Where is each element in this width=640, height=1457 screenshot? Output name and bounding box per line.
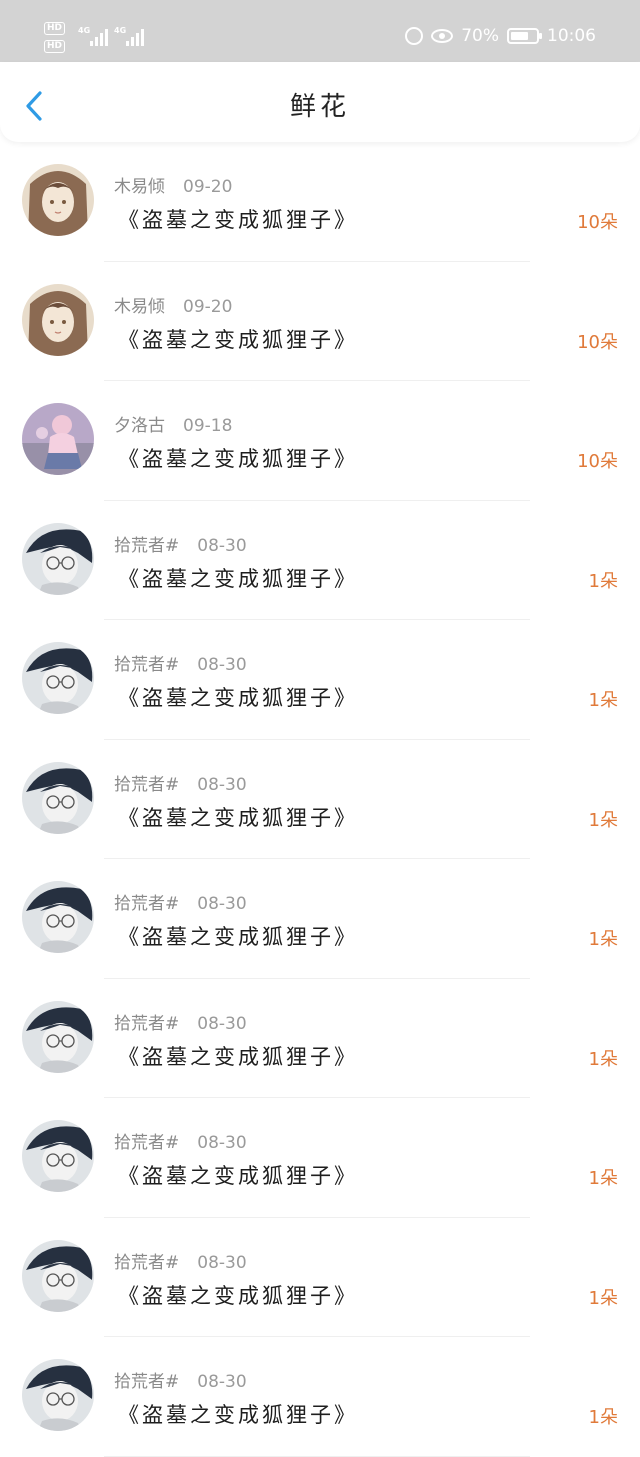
username: 拾荒者# [114, 655, 180, 675]
row-meta: 拾荒者# 08-30 [114, 1128, 247, 1153]
battery-level [511, 32, 528, 40]
divider [104, 1455, 530, 1457]
avatar[interactable] [22, 283, 94, 356]
network-type-label: 4G [114, 26, 127, 35]
page-title: 鲜花 [289, 92, 350, 122]
row-meta: 拾荒者# 08-30 [114, 889, 247, 914]
flower-count: 1朵 [588, 809, 618, 831]
flower-count: 1朵 [588, 1407, 618, 1428]
flower-count: 1朵 [588, 1048, 618, 1070]
row-meta: 拾荒者# 08-30 [114, 770, 247, 795]
avatar[interactable] [22, 403, 94, 475]
book-title: 《盗墓之变成狐狸子》 [118, 327, 358, 352]
list-item[interactable]: 拾荒者# 08-30 《盗墓之变成狐狸子》 1朵 [0, 1218, 640, 1337]
flower-count: 1朵 [588, 1168, 618, 1189]
username: 拾荒者# [114, 774, 180, 795]
book-title: 《盗墓之变成狐狸子》 [118, 1403, 358, 1427]
avatar[interactable] [22, 1239, 94, 1312]
avatar[interactable] [22, 1000, 94, 1073]
list-item[interactable]: 拾荒者# 08-30 《盗墓之变成狐狸子》 1朵 [0, 979, 640, 1098]
row-meta: 拾荒者# 08-30 [114, 531, 247, 556]
book-title: 《盗墓之变成狐狸子》 [118, 566, 358, 591]
date: 08-30 [197, 1252, 247, 1273]
notification-icon [405, 27, 424, 45]
row-meta: 拾荒者# 08-30 [114, 1009, 247, 1034]
username: 拾荒者# [114, 894, 180, 914]
row-meta: 拾荒者# 08-30 [114, 1367, 247, 1392]
header: 鲜花 [0, 62, 640, 142]
username: 木易倾 [114, 296, 165, 317]
username: 拾荒者# [114, 535, 180, 556]
username: 夕洛古 [114, 416, 165, 436]
date: 08-30 [197, 655, 247, 675]
date: 08-30 [197, 1013, 247, 1034]
book-title: 《盗墓之变成狐狸子》 [118, 1283, 358, 1308]
date: 08-30 [197, 535, 247, 556]
flower-count: 1朵 [588, 570, 618, 592]
row-meta: 拾荒者# 08-30 [114, 650, 247, 675]
list-item[interactable]: 拾荒者# 08-30 《盗墓之变成狐狸子》 1朵 [0, 501, 640, 620]
list-item[interactable]: 拾荒者# 08-30 《盗墓之变成狐狸子》 1朵 [0, 1098, 640, 1218]
avatar[interactable] [22, 1359, 94, 1431]
date: 09-20 [183, 296, 233, 317]
avatar[interactable] [22, 881, 94, 953]
flower-count: 10朵 [577, 451, 618, 472]
hd-badge: HD [44, 40, 66, 53]
date: 09-18 [183, 416, 233, 436]
username: 木易倾 [114, 177, 165, 197]
flower-count: 1朵 [588, 690, 618, 711]
list-item[interactable]: 木易倾 09-20 《盗墓之变成狐狸子》 10朵 [0, 142, 640, 262]
row-meta: 木易倾 09-20 [114, 172, 232, 197]
row-meta: 木易倾 09-20 [114, 292, 232, 317]
flower-count: 1朵 [588, 1287, 618, 1309]
avatar[interactable] [22, 1120, 94, 1192]
book-title: 《盗墓之变成狐狸子》 [118, 805, 358, 830]
flower-count: 1朵 [588, 929, 618, 950]
flower-count: 10朵 [577, 212, 618, 233]
list-item[interactable]: 夕洛古 09-18 《盗墓之变成狐狸子》 10朵 [0, 381, 640, 501]
avatar[interactable] [22, 164, 94, 236]
list-item[interactable]: 拾荒者# 08-30 《盗墓之变成狐狸子》 1朵 [0, 620, 640, 740]
eye-comfort-icon [431, 29, 454, 43]
status-bar: HD HD 4G 4G 70% 10:06 [0, 0, 640, 62]
flower-count: 10朵 [577, 331, 618, 353]
avatar[interactable] [22, 522, 94, 595]
book-title: 《盗墓之变成狐狸子》 [118, 1164, 358, 1188]
username: 拾荒者# [114, 1013, 180, 1034]
battery-percent: 70% [461, 26, 499, 46]
book-title: 《盗墓之变成狐狸子》 [118, 925, 358, 949]
status-right: 70% 10:06 [405, 24, 596, 48]
list-item[interactable]: 拾荒者# 08-30 《盗墓之变成狐狸子》 1朵 [0, 740, 640, 859]
book-title: 《盗墓之变成狐狸子》 [118, 208, 358, 232]
row-meta: 拾荒者# 08-30 [114, 1248, 247, 1273]
list-item[interactable]: 木易倾 09-20 《盗墓之变成狐狸子》 10朵 [0, 262, 640, 381]
date: 08-30 [197, 1372, 247, 1392]
book-title: 《盗墓之变成狐狸子》 [118, 1044, 358, 1069]
flower-list: 木易倾 09-20 《盗墓之变成狐狸子》 10朵 木易倾 09-20 《盗墓之变成狐狸子》 1… [0, 142, 640, 1457]
battery-icon [507, 28, 542, 44]
username: 拾荒者# [114, 1133, 180, 1153]
book-title: 《盗墓之变成狐狸子》 [118, 447, 358, 471]
date: 09-20 [183, 177, 233, 197]
username: 拾荒者# [114, 1372, 180, 1392]
row-meta: 夕洛古 09-18 [114, 411, 232, 436]
book-title: 《盗墓之变成狐狸子》 [118, 686, 358, 710]
date: 08-30 [197, 894, 247, 914]
hd-badge: HD [44, 22, 66, 35]
list-item[interactable]: 拾荒者# 08-30 《盗墓之变成狐狸子》 1朵 [0, 1337, 640, 1457]
network-type-label: 4G [78, 26, 91, 35]
clock: 10:06 [547, 26, 596, 46]
date: 08-30 [197, 1133, 247, 1153]
date: 08-30 [197, 774, 247, 795]
list-item[interactable]: 拾荒者# 08-30 《盗墓之变成狐狸子》 1朵 [0, 859, 640, 979]
avatar[interactable] [22, 761, 94, 834]
username: 拾荒者# [114, 1252, 180, 1273]
avatar[interactable] [22, 642, 94, 714]
